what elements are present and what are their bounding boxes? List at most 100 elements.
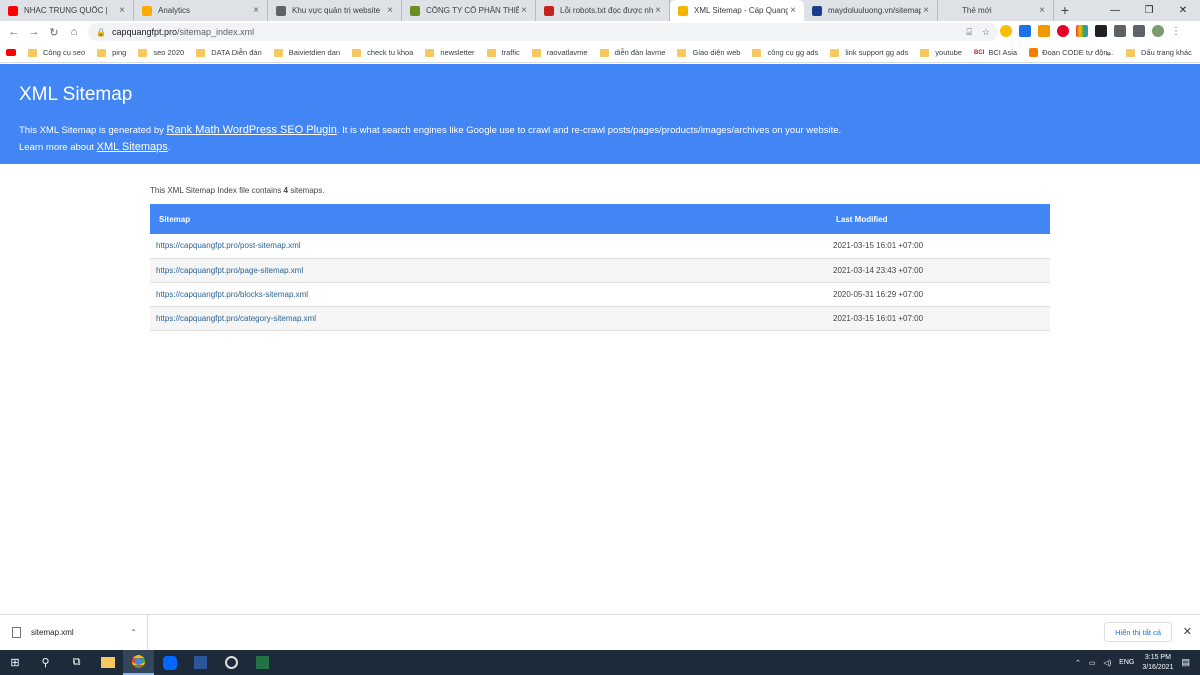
bookmark-label: công cụ gg ads (767, 48, 819, 57)
new-tab-button[interactable]: + (1054, 0, 1076, 21)
favicon-icon (410, 5, 420, 16)
close-tab-icon[interactable]: × (251, 5, 261, 16)
bookmark-label: BCI Asia (988, 48, 1018, 57)
last-modified-cell: 2021-03-14 23:43 +07:00 (833, 265, 924, 275)
profile-avatar[interactable] (1152, 25, 1164, 37)
extensions-puzzle-icon[interactable] (1114, 25, 1126, 37)
extension-icon[interactable] (1076, 25, 1088, 37)
rank-math-link[interactable]: Rank Math WordPress SEO Plugin (167, 124, 337, 136)
media-icon[interactable] (1133, 25, 1145, 37)
close-tab-icon[interactable]: × (788, 5, 798, 16)
bookmark-label: Công cụ seo (43, 48, 86, 57)
word-icon[interactable] (185, 650, 216, 675)
bookmark-item[interactable]: check tu khoa (352, 48, 413, 57)
browser-tab[interactable]: XML Sitemap - Cáp Quang × (670, 0, 804, 21)
close-tab-icon[interactable]: × (653, 5, 663, 16)
translate-icon[interactable]: ⌸ (967, 27, 972, 38)
bookmark-item[interactable]: Giao diện web (677, 48, 740, 57)
bookmark-item[interactable]: youtube (920, 48, 962, 57)
xml-sitemaps-link[interactable]: XML Sitemaps (97, 141, 168, 153)
browser-tab[interactable]: Analytics × (134, 0, 268, 21)
folder-icon (599, 48, 609, 57)
bookmarks-overflow-button[interactable]: » (1106, 48, 1111, 58)
bookmark-item[interactable]: newsletter (425, 48, 475, 57)
close-tab-icon[interactable]: × (1037, 5, 1047, 16)
bookmark-item[interactable]: công cụ gg ads (752, 48, 818, 57)
zalo-icon[interactable] (154, 650, 185, 675)
browser-tab[interactable]: NHAC TRUNG QUỐC | × (0, 0, 134, 21)
browser-tab[interactable]: maydoluuluong.vn/sitemap × (804, 0, 938, 21)
app-icon[interactable] (216, 650, 247, 675)
close-icon[interactable]: ✕ (1183, 625, 1192, 638)
tab-title: Thẻ mới (962, 6, 992, 15)
folder-icon (273, 48, 283, 57)
bookmark-item[interactable]: BCI BCI Asia (974, 48, 1017, 57)
close-tab-icon[interactable]: × (117, 5, 127, 16)
close-tab-icon[interactable]: × (921, 5, 931, 16)
bookmark-item[interactable]: ping (97, 48, 126, 57)
chrome-icon[interactable] (123, 650, 154, 675)
bookmark-item[interactable]: Baivietdien dan (273, 48, 340, 57)
close-tab-icon[interactable]: × (519, 5, 529, 16)
bookmark-item[interactable]: raovatlavme (531, 48, 588, 57)
extension-icon[interactable] (1000, 25, 1012, 37)
bookmark-label: youtube (935, 48, 962, 57)
bookmark-item[interactable]: Công cụ seo (28, 48, 85, 57)
browser-tab[interactable]: Lỗi robots.txt đọc được như × (536, 0, 670, 21)
bookmark-item[interactable]: diễn đàn lavme (599, 48, 665, 57)
tab-title: Khu vực quản trị website (292, 6, 381, 15)
lock-icon[interactable]: 🔒 (96, 28, 106, 37)
folder-icon (196, 48, 206, 57)
system-tray: ⌃ ▭ ◁) ENG 3:15 PM 3/16/2021 ▤ (1075, 650, 1190, 675)
menu-icon[interactable]: ⋮ (1171, 26, 1181, 37)
language-indicator[interactable]: ENG (1119, 659, 1134, 666)
bookmark-item[interactable]: link support gg ads (830, 48, 908, 57)
column-header-last-modified: Last Modified (836, 214, 888, 224)
file-explorer-icon[interactable] (92, 650, 123, 675)
bookmark-item[interactable] (6, 49, 16, 56)
bookmark-item[interactable]: Đoạn CODE tự độn... (1029, 48, 1114, 57)
notifications-icon[interactable]: ▤ (1181, 657, 1190, 668)
start-windows-icon[interactable]: ⊞ (0, 650, 30, 675)
bookmark-label: DATA Diễn đàn (211, 48, 262, 57)
excel-icon[interactable] (247, 650, 278, 675)
bookmark-item[interactable]: DATA Diễn đàn (196, 48, 262, 57)
browser-tab[interactable]: CÔNG TY CỔ PHẦN THIẾT K× (402, 0, 536, 21)
task-view-icon[interactable]: ⧉ (61, 650, 92, 675)
sitemap-link[interactable]: https://capquangfpt.pro/blocks-sitemap.x… (156, 290, 308, 299)
restore-button[interactable]: ❐ (1132, 0, 1166, 21)
address-bar[interactable]: 🔒 capquangfpt.pro/sitemap_index.xml ⌸ ☆ (88, 23, 998, 41)
chevron-up-icon[interactable]: ⌃ (130, 628, 137, 637)
last-modified-cell: 2021-03-15 16:01 +07:00 (833, 313, 924, 323)
show-all-downloads-button[interactable]: Hiển thị tất cả (1104, 622, 1172, 642)
chevron-up-icon[interactable]: ⌃ (1075, 659, 1081, 667)
reload-icon[interactable]: ↻ (44, 26, 64, 39)
extension-icon[interactable] (1095, 25, 1107, 37)
folder-icon (425, 48, 435, 57)
close-window-button[interactable]: ✕ (1166, 0, 1200, 21)
download-item[interactable]: sitemap.xml ⌃ (0, 614, 148, 651)
bookmark-item[interactable]: seo 2020 (138, 48, 184, 57)
browser-tab[interactable]: Thẻ mới × (938, 0, 1054, 21)
home-icon[interactable]: ⌂ (64, 26, 84, 38)
pinterest-icon[interactable] (1057, 25, 1069, 37)
search-icon[interactable]: ⚲ (30, 650, 61, 675)
extension-icon[interactable] (1038, 25, 1050, 37)
forward-icon[interactable]: → (24, 26, 44, 38)
browser-tab[interactable]: Khu vực quản trị website × (268, 0, 402, 21)
bookmark-label: raovatlavme (546, 48, 588, 57)
sitemap-link[interactable]: https://capquangfpt.pro/post-sitemap.xml (156, 241, 301, 250)
extension-icon[interactable] (1019, 25, 1031, 37)
sitemap-link[interactable]: https://capquangfpt.pro/page-sitemap.xml (156, 266, 303, 275)
close-tab-icon[interactable]: × (385, 5, 395, 16)
bookmark-item[interactable]: traffic (486, 48, 520, 57)
folder-icon (677, 48, 687, 57)
volume-icon[interactable]: ◁) (1103, 659, 1111, 667)
sitemap-link[interactable]: https://capquangfpt.pro/category-sitemap… (156, 314, 316, 323)
other-bookmarks[interactable]: Dấu trang khác (1126, 48, 1192, 57)
clock[interactable]: 3:15 PM 3/16/2021 (1142, 653, 1173, 673)
network-icon[interactable]: ▭ (1089, 659, 1096, 667)
bookmark-star-icon[interactable]: ☆ (982, 27, 990, 38)
minimize-button[interactable]: — (1098, 0, 1132, 21)
back-icon[interactable]: ← (4, 26, 24, 38)
